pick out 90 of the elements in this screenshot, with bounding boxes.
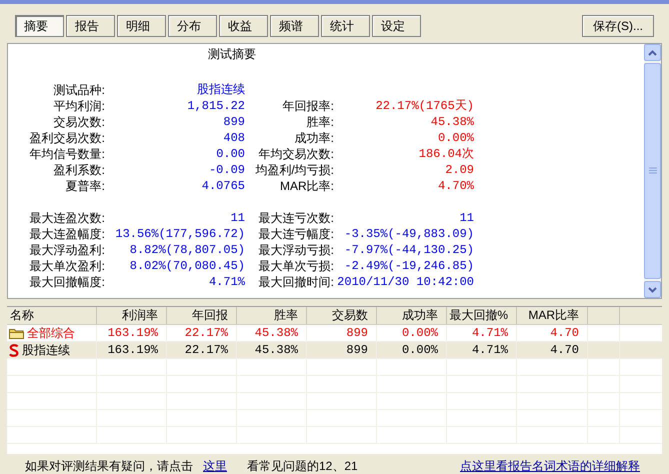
tab[interactable]: 收益 [219,15,268,37]
stat-value: 2010/11/30 10:42:00 [336,274,474,290]
stat-value: 22.17%(1765天) [374,98,474,114]
column-header[interactable]: 最大回撤% [447,307,517,324]
stat-label: 最大连亏幅度: [258,226,334,242]
stat-label: MAR比率: [279,178,334,194]
stat-value: -2.49%(-19,246.85) [343,258,474,274]
tab[interactable]: 摘要 [15,15,64,37]
tab[interactable]: 报告 [66,15,115,37]
stat-value: 8.82%(78,807.05) [128,242,245,258]
footer-text: 如果对评测结果有疑问，请点击 [25,458,193,474]
stat-label: 最大连亏次数: [258,210,334,226]
save-button[interactable]: 保存(S)... [582,15,654,37]
stat-label: 年回报率: [282,98,334,114]
stat-value: -7.97%(-44,130.25) [343,242,474,258]
tab[interactable]: 明细 [117,15,166,37]
glossary-link[interactable]: 点这里看报告名词术语的详细解释 [460,457,640,474]
stat-value: 186.04次 [418,146,474,162]
table-cell: 全部综合 [27,324,75,342]
table-cell: 4.71% [472,342,508,358]
table-row[interactable]: 股指连续 163.19% 22.17% 45.38% 899 0.00% 4.71% 4.70 [7,342,662,359]
stat-label: 胜率: [306,114,334,130]
tab[interactable]: 分布 [168,15,217,37]
scroll-up-icon[interactable] [644,44,661,61]
question-link[interactable]: 这里 [203,457,227,474]
stat-label: 均盈利/均亏损: [254,162,334,178]
table-cell: 0.00% [402,342,438,358]
column-header[interactable]: 交易数 [307,307,377,324]
scroll-down-icon[interactable] [644,281,661,298]
column-header[interactable]: 胜率 [237,307,307,324]
column-header[interactable]: MAR比率 [517,307,588,324]
table-cell: 163.19% [108,342,158,358]
stat-value: 13.56%(177,596.72) [114,226,245,242]
stat-label: 年均交易次数: [258,146,334,162]
stat-label: 成功率: [294,130,334,146]
stat-value: 8.02%(70,080.45) [128,258,245,274]
tab[interactable]: 统计 [321,15,370,37]
table-cell: 899 [346,324,368,342]
table-cell: 163.19% [108,324,158,342]
table-row[interactable]: 全部综合 163.19% 22.17% 45.38% 899 0.00% 4.71% 4.70 [7,325,662,342]
stat-label: 最大连盈次数: [28,210,105,226]
stat-value: 0.00% [436,130,474,146]
stat-label: 最大单次盈利: [28,258,105,274]
stat-value: -3.35%(-49,883.09) [343,226,474,242]
stat-value: 11 [230,210,245,226]
tab[interactable]: 设定 [372,15,421,37]
stat-value: 0.00 [215,146,245,162]
faq-note: 看常见问题的12、21 [247,458,358,474]
table-cell: 22.17% [184,342,228,358]
stat-label: 盈利系数: [52,162,105,178]
table-cell: 899 [346,342,368,358]
stat-label: 年均信号数量: [28,146,105,162]
stat-value: 11 [458,210,474,226]
column-header[interactable]: 年回报 [167,307,237,324]
stat-value: 4.71% [208,274,245,290]
table-cell: 4.70 [550,342,579,358]
table-cell: 45.38% [254,324,298,342]
stat-value: 股指连续 [196,82,245,98]
table-cell: 45.38% [254,342,298,358]
stat-value: 408 [222,130,245,146]
strategy-icon [9,344,19,356]
table-cell: 股指连续 [22,342,70,358]
column-header[interactable]: 名称 [7,307,97,324]
stat-label: 最大浮动盈利: [28,242,105,258]
stat-label: 夏普率: [64,178,105,194]
stat-value: 4.70% [436,178,474,194]
stat-value: 899 [222,114,245,130]
column-header[interactable]: 利润率 [97,307,167,324]
stat-label: 交易次数: [52,114,105,130]
table-cell: 4.71% [472,324,508,342]
table-cell: 0.00% [402,324,438,342]
stat-value: 4.0765 [200,178,245,194]
stat-label: 盈利交易次数: [28,130,105,146]
folder-icon [9,327,24,339]
stat-value: 2.09 [444,162,474,178]
summary-title: 测试摘要 [207,46,257,63]
table-cell: 4.70 [550,324,579,342]
stat-label: 最大浮动亏损: [258,242,334,258]
stat-label: 最大连盈幅度: [28,226,105,242]
stat-label: 最大回撤幅度: [28,274,105,290]
stat-label: 测试品种: [52,82,105,98]
column-header[interactable]: 成功率 [377,307,447,324]
stat-label: 平均利润: [52,98,105,114]
stat-value: 45.38% [430,114,474,130]
stat-label: 最大回撤时间: [258,274,334,290]
table-cell: 22.17% [184,324,228,342]
tab[interactable]: 频谱 [270,15,319,37]
stat-value: 1,815.22 [186,98,245,114]
stat-label: 最大单次亏损: [258,258,334,274]
stat-value: -0.09 [208,162,245,178]
